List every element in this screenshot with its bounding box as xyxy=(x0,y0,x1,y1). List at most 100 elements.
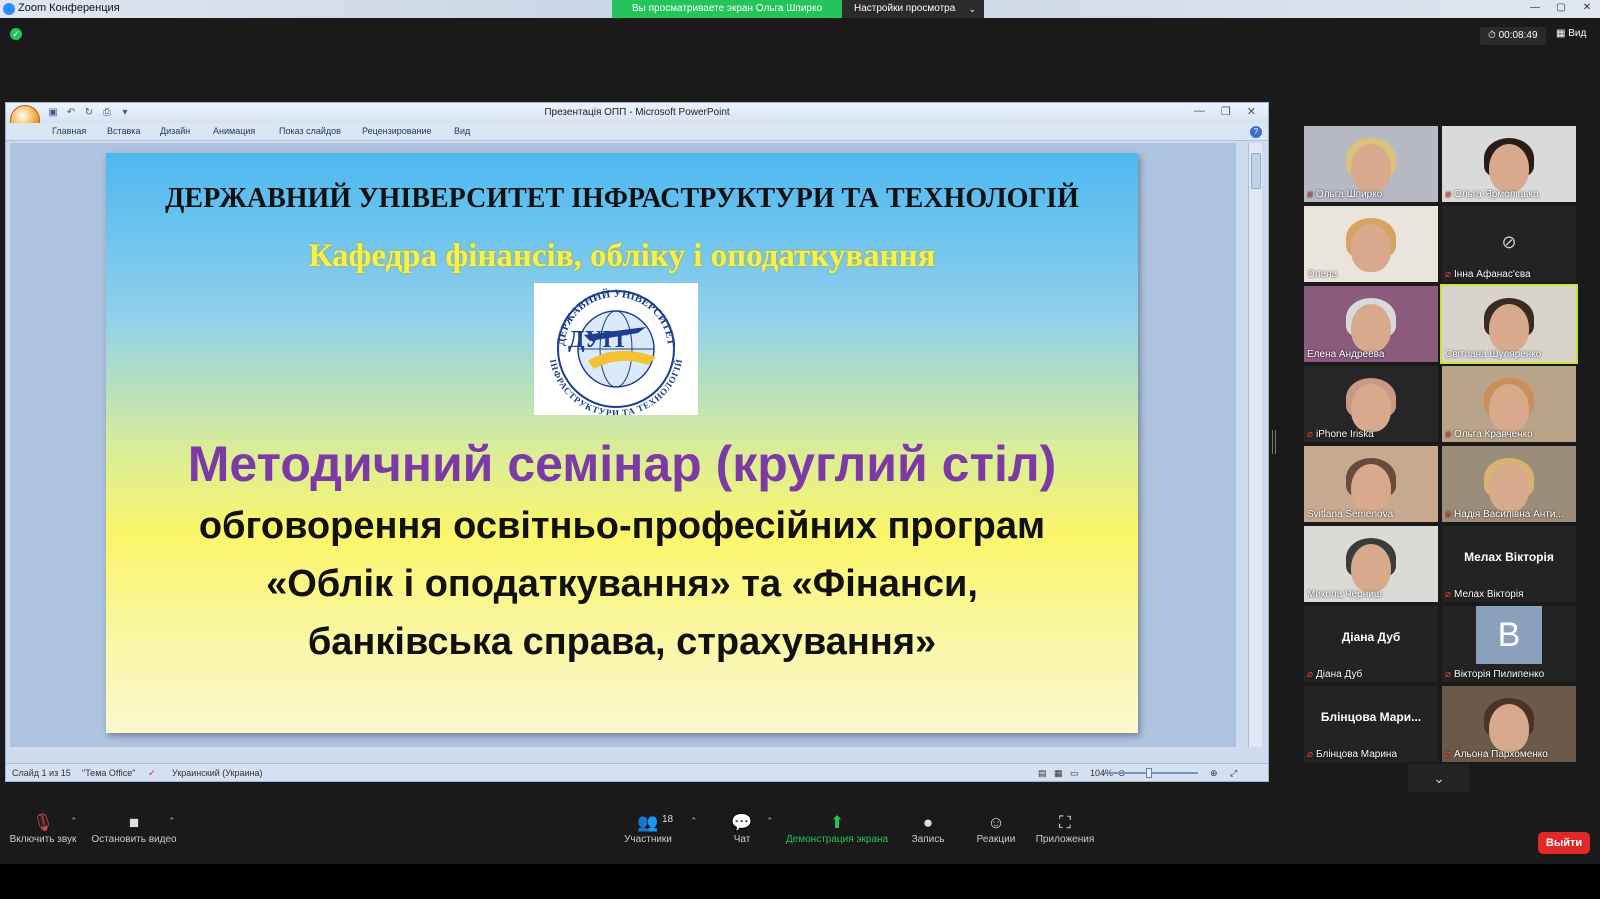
save-icon[interactable]: ▣ xyxy=(46,106,60,120)
mic-muted-icon: ⌀ xyxy=(1307,189,1314,200)
participant-name: Svitlana Semenova xyxy=(1307,509,1394,520)
participant-name-label: ⌀ Ольга Кравченко xyxy=(1445,429,1573,440)
participant-tile[interactable]: ⌀ Надія Василівна Анти... xyxy=(1442,446,1576,522)
record-icon: ● xyxy=(922,813,934,832)
meeting-timer: ⏱ 00:08:49 xyxy=(1480,27,1546,45)
participant-name: Діана Дуб xyxy=(1316,669,1363,680)
participant-tile[interactable]: Блінцова Мари... ⌀ Блінцова Марина xyxy=(1304,686,1438,762)
status-theme: "Тема Office" xyxy=(82,768,136,778)
participant-tile[interactable]: Микола Черниш xyxy=(1304,526,1438,602)
spellcheck-icon[interactable]: ✓ xyxy=(148,768,156,779)
view-button[interactable]: ▦ Вид xyxy=(1556,28,1586,39)
participant-name-label: ⌀ Ольга Шпирко xyxy=(1307,189,1435,200)
zoom-in-icon[interactable]: ⊕ xyxy=(1210,768,1218,779)
mic-muted-icon: ⌀ xyxy=(1307,749,1314,760)
zoom-window-controls: — ▢ ✕ xyxy=(1526,1,1596,15)
tab-view[interactable]: Вид xyxy=(454,126,470,136)
normal-view-icon[interactable]: ▤ xyxy=(1038,768,1047,779)
stop-video-button[interactable]: ■ Остановить видео xyxy=(88,812,180,845)
slide-subtitle-line-1: обговорення освітньо-професійних програм xyxy=(198,505,1046,547)
gallery-resize-handle[interactable] xyxy=(1272,430,1276,454)
ppt-close-button[interactable]: ✕ xyxy=(1247,105,1256,118)
participant-name: Блінцова Марина xyxy=(1316,749,1398,760)
chat-caret[interactable]: ⌃ xyxy=(766,816,774,827)
view-options-dropdown[interactable]: Настройки просмотра ⌄ xyxy=(842,0,984,18)
slideshow-view-icon[interactable]: ▭ xyxy=(1070,768,1079,779)
participant-tile[interactable]: ⌀ Ольга Ярмоліцька xyxy=(1442,126,1576,202)
vertical-scrollbar[interactable] xyxy=(1248,143,1262,747)
customize-qat-icon[interactable]: ▾ xyxy=(118,106,132,120)
close-button[interactable]: ✕ xyxy=(1578,1,1596,15)
tab-animation[interactable]: Анимация xyxy=(213,126,255,136)
slide[interactable]: ДЕРЖАВНИЙ УНІВЕРСИТЕТ ІНФРАСТРУКТУРИ ТА … xyxy=(106,153,1138,733)
tab-review[interactable]: Рецензирование xyxy=(362,126,432,136)
record-button[interactable]: ● Запись xyxy=(906,812,950,845)
tab-slideshow[interactable]: Показ слайдов xyxy=(279,126,341,136)
zoom-slider-knob[interactable] xyxy=(1146,768,1152,778)
scroll-thumb[interactable] xyxy=(1251,153,1261,189)
tab-design[interactable]: Дизайн xyxy=(160,126,190,136)
gallery-next-page-button[interactable]: ⌄ xyxy=(1408,764,1470,792)
participant-tile[interactable]: ⊘ ⌀ Інна Афанас'єва xyxy=(1442,206,1576,282)
participant-tile[interactable]: ⌀ Альона Пархоменко xyxy=(1442,686,1576,762)
mic-muted-icon: ⌀ xyxy=(1445,749,1452,760)
apps-button[interactable]: ⛶ Приложения xyxy=(1034,812,1096,845)
chat-button[interactable]: 💬 Чат xyxy=(720,812,764,845)
participant-tile[interactable]: ⌀ Ольга Шпирко xyxy=(1304,126,1438,202)
status-language[interactable]: Украинский (Украина) xyxy=(172,768,263,778)
participant-name: Вікторія Пилипенко xyxy=(1454,669,1545,680)
slide-department: Кафедра фінансів, обліку і оподаткування xyxy=(308,238,936,274)
video-options-caret[interactable]: ⌃ xyxy=(168,816,176,827)
sorter-view-icon[interactable]: ▦ xyxy=(1054,768,1063,779)
participant-name: Микола Черниш xyxy=(1307,589,1382,600)
security-shield-icon[interactable]: ✓ xyxy=(10,28,22,40)
participant-tile[interactable]: Svitlana Semenova xyxy=(1304,446,1438,522)
fit-window-icon[interactable]: ⤢ xyxy=(1230,768,1237,779)
participant-name: Ольга Шпирко xyxy=(1316,189,1383,200)
unmute-button[interactable]: 🎙 Включить звук xyxy=(8,812,78,845)
ribbon-tabs: Главная Вставка Дизайн Анимация Показ сл… xyxy=(6,123,1268,141)
print-icon[interactable]: ⎙ xyxy=(100,106,114,120)
share-screen-icon: ⬆ xyxy=(829,813,845,832)
stop-video-label: Остановить видео xyxy=(91,834,177,845)
minimize-button[interactable]: — xyxy=(1526,1,1544,15)
ppt-window-controls: — ❐ ✕ xyxy=(1194,105,1256,118)
redo-icon[interactable]: ↻ xyxy=(82,106,96,120)
participant-tile[interactable]: B ⌀ Вікторія Пилипенко xyxy=(1442,606,1576,682)
ppt-window-title: Презентація ОПП - Microsoft PowerPoint xyxy=(544,107,730,118)
audio-options-caret[interactable]: ⌃ xyxy=(70,816,78,827)
participant-center-name: Діана Дуб xyxy=(1341,630,1401,644)
view-options-label: Настройки просмотра xyxy=(854,3,956,14)
participant-tile[interactable]: Елена Андреева xyxy=(1304,286,1438,362)
share-screen-label: Демонстрация экрана xyxy=(785,834,889,845)
participant-tile[interactable]: Олена xyxy=(1304,206,1438,282)
share-banner: Вы просматриваете экран Ольга Шпирко xyxy=(612,0,842,18)
camera-off-icon: ⊘ xyxy=(1501,232,1517,252)
share-screen-button[interactable]: ⬆ Демонстрация экрана xyxy=(784,812,890,845)
chat-icon: 💬 xyxy=(731,813,753,832)
participants-caret[interactable]: ⌃ xyxy=(690,816,698,827)
participant-tile[interactable]: ⌀ Ольга Кравченко xyxy=(1442,366,1576,442)
unmute-label: Включить звук xyxy=(9,834,77,845)
participant-name-label: Олена xyxy=(1307,269,1435,280)
undo-icon[interactable]: ↶ xyxy=(64,106,78,120)
leave-meeting-button[interactable]: Выйти xyxy=(1538,832,1590,854)
reactions-button[interactable]: ☺ Реакции xyxy=(972,812,1020,845)
ppt-restore-button[interactable]: ❐ xyxy=(1221,105,1231,118)
tab-home[interactable]: Главная xyxy=(52,126,86,136)
zoom-titlebar: Zoom Конференция Вы просматриваете экран… xyxy=(0,0,1600,18)
tab-insert[interactable]: Вставка xyxy=(107,126,140,136)
chat-label: Чат xyxy=(733,834,751,845)
participant-tile[interactable]: Світлана Шуляренко xyxy=(1440,284,1578,364)
participant-face xyxy=(1351,544,1391,592)
participant-tile[interactable]: Діана Дуб ⌀ Діана Дуб xyxy=(1304,606,1438,682)
participant-tile[interactable]: ⌀ iPhone Iriska xyxy=(1304,366,1438,442)
participant-tile[interactable]: Мелах Вікторія ⌀ Мелах Вікторія xyxy=(1442,526,1576,602)
apps-label: Приложения xyxy=(1035,834,1095,845)
participant-name-label: ⌀ Вікторія Пилипенко xyxy=(1445,669,1573,680)
zoom-slider[interactable] xyxy=(1102,768,1198,778)
help-icon[interactable]: ? xyxy=(1250,126,1262,138)
ppt-minimize-button[interactable]: — xyxy=(1194,105,1205,118)
zoom-window-title: Zoom Конференция xyxy=(18,2,120,14)
maximize-button[interactable]: ▢ xyxy=(1552,1,1570,15)
